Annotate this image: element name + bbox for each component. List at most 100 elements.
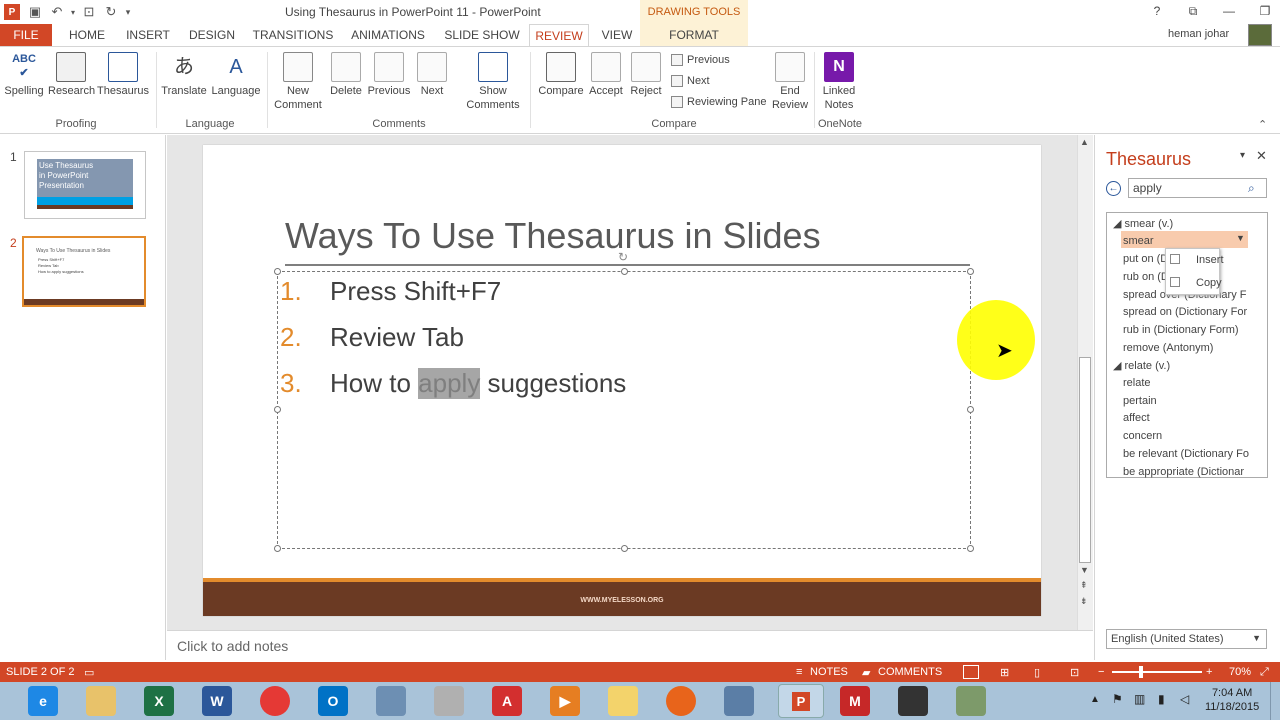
network-icon[interactable]: ▥ — [1134, 692, 1145, 706]
zoom-level[interactable]: 70% — [1229, 666, 1251, 678]
undo-dropdown-icon[interactable]: ▾ — [68, 1, 78, 23]
file-explorer-icon[interactable] — [86, 686, 116, 716]
customize-qat-icon[interactable]: ▾ — [122, 1, 134, 23]
delete-comment-button[interactable]: Delete — [326, 52, 366, 98]
avatar[interactable] — [1248, 24, 1272, 46]
help-button[interactable]: ? — [1140, 0, 1174, 22]
content-placeholder-selection[interactable] — [277, 271, 971, 549]
outlook-icon[interactable]: O — [318, 686, 348, 716]
slide-show-icon[interactable]: ⊡ — [1070, 666, 1079, 679]
copy-menu-item[interactable]: Copy — [1196, 277, 1222, 289]
notes-icon[interactable]: ≡ — [796, 666, 802, 678]
meaning-heading[interactable]: ◢ smear (v.) — [1113, 217, 1173, 230]
reviewing-pane-button[interactable]: Reviewing Pane — [671, 96, 767, 108]
internet-explorer-icon[interactable]: e — [28, 686, 58, 716]
zoom-out-icon[interactable]: − — [1098, 666, 1104, 678]
collapse-ribbon-icon[interactable]: ⌃ — [1258, 118, 1267, 131]
word-icon[interactable]: W — [202, 686, 232, 716]
language-button[interactable]: A Language — [210, 52, 262, 98]
research-button[interactable]: Research — [48, 52, 95, 98]
thesaurus-search-input[interactable] — [1128, 178, 1267, 198]
resize-handle[interactable] — [621, 545, 628, 552]
resize-handle[interactable] — [274, 268, 281, 275]
next-slide-icon[interactable]: ⇟ — [1080, 596, 1088, 607]
synonym-item[interactable]: spread on (Dictionary For — [1123, 306, 1247, 318]
synonym-item[interactable]: concern — [1123, 430, 1162, 442]
notes-status-button[interactable]: NOTES — [810, 666, 848, 678]
comments-status-button[interactable]: COMMENTS — [878, 666, 942, 678]
folder-icon[interactable] — [608, 686, 638, 716]
slide-title[interactable]: Ways To Use Thesaurus in Slides — [285, 215, 821, 257]
minimize-button[interactable]: — — [1212, 0, 1246, 22]
synonym-item[interactable]: smear — [1123, 235, 1154, 247]
end-review-button[interactable]: End Review — [770, 52, 810, 112]
scroll-up-icon[interactable]: ▲ — [1080, 137, 1089, 147]
next-comment-button[interactable]: Next — [414, 52, 450, 98]
app-icon[interactable] — [898, 686, 928, 716]
tab-transitions[interactable]: TRANSITIONS — [248, 24, 338, 46]
previous-slide-icon[interactable]: ⇞ — [1080, 580, 1088, 591]
tab-insert[interactable]: INSERT — [120, 24, 176, 46]
spell-check-status-icon[interactable]: ▭ — [84, 666, 94, 679]
slide-thumbnail-1[interactable]: Use Thesaurus in PowerPoint Presentation — [24, 151, 146, 219]
slide-thumbnail-2[interactable]: Ways To Use Thesaurus in Slides Press Sh… — [22, 236, 146, 307]
undo-icon[interactable]: ↶ — [46, 1, 68, 23]
synonym-item[interactable]: relate — [1123, 377, 1151, 389]
chrome-icon[interactable] — [260, 686, 290, 716]
accept-button[interactable]: Accept — [586, 52, 626, 98]
tab-view[interactable]: VIEW — [596, 24, 638, 46]
previous-comment-button[interactable]: Previous — [366, 52, 412, 98]
remote-desktop-icon[interactable] — [724, 686, 754, 716]
new-comment-button[interactable]: New Comment — [272, 52, 324, 112]
linked-notes-button[interactable]: N Linked Notes — [818, 52, 860, 112]
resize-handle[interactable] — [967, 406, 974, 413]
zoom-in-icon[interactable]: + — [1206, 666, 1212, 678]
reading-view-icon[interactable]: ▯ — [1034, 666, 1040, 679]
list-item[interactable]: 3. How to apply suggestions — [280, 368, 626, 399]
powerpoint-taskbar-button[interactable]: P — [778, 684, 824, 718]
tab-file[interactable]: FILE — [0, 24, 52, 46]
synonym-dropdown-icon[interactable]: ▼ — [1236, 233, 1245, 243]
show-desktop-button[interactable] — [1270, 682, 1280, 720]
synonym-item[interactable]: pertain — [1123, 395, 1157, 407]
reject-button[interactable]: Reject — [628, 52, 664, 98]
excel-icon[interactable]: X — [144, 686, 174, 716]
synonym-item[interactable]: be relevant (Dictionary Fo — [1123, 448, 1249, 460]
insert-menu-item[interactable]: Insert — [1196, 254, 1224, 266]
thesaurus-button[interactable]: Thesaurus — [97, 52, 149, 98]
app-icon[interactable] — [376, 686, 406, 716]
synonym-item[interactable]: remove (Antonym) — [1123, 342, 1213, 354]
taskbar-clock[interactable]: 7:04 AM 11/18/2015 — [1205, 686, 1259, 714]
app-icon[interactable] — [956, 686, 986, 716]
show-comments-button[interactable]: Show Comments — [460, 52, 526, 112]
app-icon[interactable]: M — [840, 686, 870, 716]
tab-home[interactable]: HOME — [60, 24, 114, 46]
synonym-item[interactable]: put on (D — [1123, 253, 1168, 265]
language-select[interactable]: English (United States) ▼ — [1106, 629, 1267, 649]
synonym-item[interactable]: rub on (D — [1123, 271, 1169, 283]
comments-icon[interactable]: ▰ — [862, 666, 870, 679]
flag-icon[interactable]: ⚑ — [1112, 692, 1123, 706]
redo-icon[interactable]: ↻ — [100, 1, 122, 23]
tab-design[interactable]: DESIGN — [184, 24, 240, 46]
spelling-button[interactable]: ABC ✔ Spelling — [4, 52, 44, 98]
tab-review[interactable]: REVIEW — [529, 24, 589, 46]
normal-view-icon[interactable] — [963, 665, 979, 679]
compare-next-button[interactable]: Next — [671, 75, 710, 87]
show-hidden-icons-icon[interactable]: ▲ — [1090, 694, 1100, 705]
rotate-handle-icon[interactable]: ↻ — [618, 250, 628, 264]
user-name[interactable]: heman johar — [1168, 28, 1229, 40]
meaning-heading[interactable]: ◢ relate (v.) — [1113, 359, 1170, 372]
scrollbar-thumb[interactable] — [1079, 357, 1091, 563]
powerpoint-app-icon[interactable]: P — [4, 4, 20, 20]
ribbon-display-options-button[interactable]: ⧉ — [1176, 0, 1210, 22]
save-icon[interactable]: ▣ — [24, 1, 46, 23]
list-item[interactable]: 1. Press Shift+F7 — [280, 276, 501, 307]
synonym-item[interactable]: be appropriate (Dictionar — [1123, 466, 1244, 478]
tab-animations[interactable]: ANIMATIONS — [346, 24, 430, 46]
tab-format[interactable]: FORMAT — [640, 24, 748, 46]
notes-placeholder[interactable]: Click to add notes — [177, 638, 288, 654]
compare-previous-button[interactable]: Previous — [671, 54, 730, 66]
maximize-button[interactable]: ❐ — [1248, 0, 1280, 22]
fit-slide-icon[interactable]: ⤢ — [1260, 666, 1269, 679]
